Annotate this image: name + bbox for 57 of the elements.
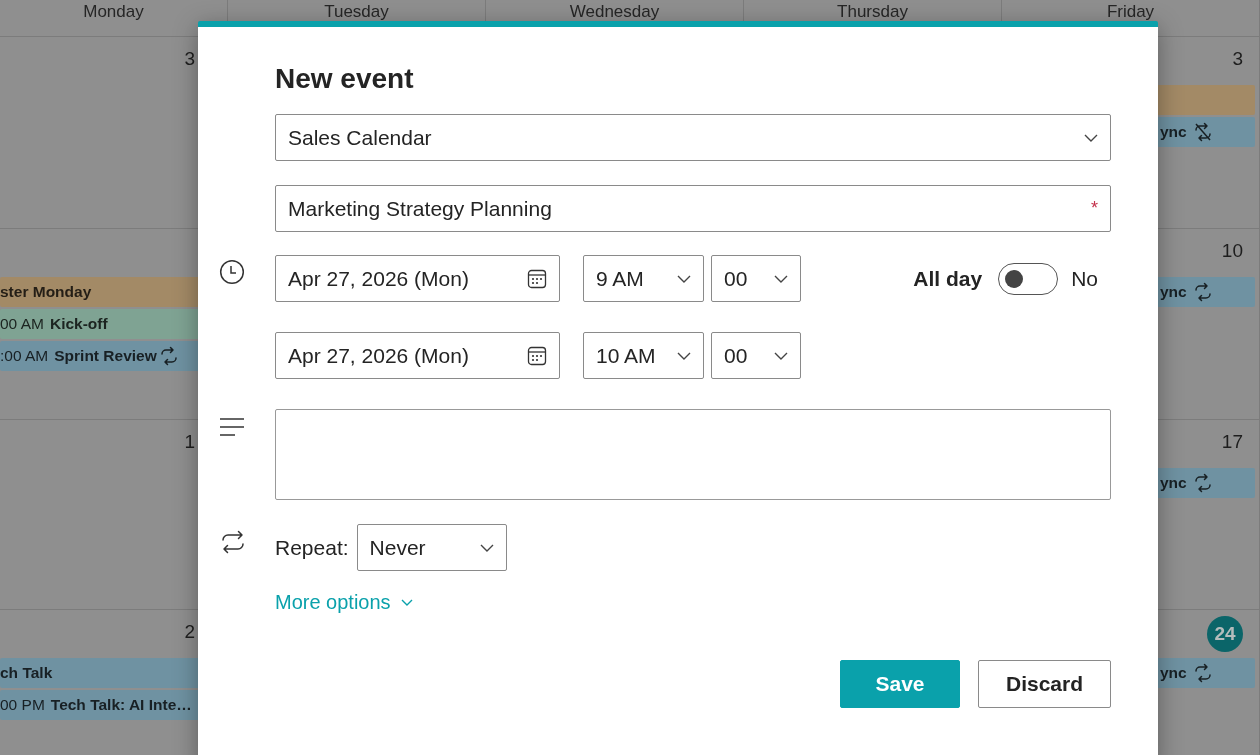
date-number: 2: [184, 620, 195, 644]
repeat-dropdown[interactable]: Never: [356, 524, 507, 571]
event-title: ster Monday: [0, 283, 92, 301]
date-field[interactable]: Apr 27, 2026 (Mon): [275, 255, 560, 302]
chevron-down-icon: [479, 543, 494, 552]
repeat-off-icon: [1192, 122, 1213, 142]
day-header: Tuesday: [324, 2, 389, 21]
chevron-down-icon: [400, 599, 413, 606]
event-title: Kick-off: [49, 315, 108, 333]
event-title: ync: [1160, 664, 1187, 682]
today-date-badge: 24: [1207, 616, 1243, 652]
event-time: :00 AM: [0, 347, 49, 365]
repeat-icon: [1192, 663, 1213, 683]
repeat-icon: [1192, 282, 1213, 302]
calendar-icon: [527, 268, 547, 289]
event-title: ync: [1160, 283, 1187, 301]
discard-button[interactable]: Discard: [978, 660, 1111, 708]
chevron-down-icon: [774, 274, 788, 283]
event-time: 00 PM: [0, 696, 45, 714]
date-number: 17: [1221, 430, 1243, 454]
calendar-dropdown[interactable]: Sales Calendar: [275, 114, 1111, 161]
calendar-icon: [527, 345, 547, 366]
event-title: ync: [1160, 474, 1187, 492]
clock-icon: [219, 259, 245, 285]
date-number: 3: [184, 47, 195, 71]
description-icon: [219, 417, 245, 437]
day-header: Monday: [83, 2, 144, 21]
repeat-icon: [1192, 473, 1213, 493]
chevron-down-icon: [1084, 133, 1098, 142]
event-time: 00 AM: [0, 315, 44, 333]
description-field[interactable]: [275, 409, 1111, 500]
minute-dropdown[interactable]: 00: [711, 255, 801, 302]
date-number: 10: [1221, 239, 1243, 263]
repeat-label: Repeat:: [275, 535, 349, 560]
toggle-state-label: No: [1071, 266, 1098, 291]
date-number: 3: [1232, 47, 1243, 71]
chevron-down-icon: [677, 351, 691, 360]
day-header: Friday: [1106, 2, 1155, 21]
event-title: ch Talk: [0, 664, 53, 682]
event-title-field[interactable]: Marketing Strategy Planning *: [275, 185, 1111, 232]
hour-dropdown[interactable]: 10 AM: [583, 332, 704, 379]
date-field[interactable]: Apr 27, 2026 (Mon): [275, 332, 560, 379]
repeat-icon: [158, 346, 179, 366]
all-day-label: All day: [913, 266, 983, 291]
date-number: 1: [184, 430, 195, 454]
event-title: Sprint Review: [54, 347, 157, 365]
day-header: Thursday: [837, 2, 908, 21]
chevron-down-icon: [774, 351, 788, 360]
day-header: Wednesday: [569, 2, 660, 21]
chevron-down-icon: [677, 274, 691, 283]
repeat-icon: [219, 529, 247, 555]
event-title: Tech Talk: AI Inte…: [50, 696, 192, 714]
minute-dropdown[interactable]: 00: [711, 332, 801, 379]
dialog-title: New event: [275, 62, 414, 96]
hour-dropdown[interactable]: 9 AM: [583, 255, 704, 302]
event-title: ync: [1160, 123, 1187, 141]
required-mark: *: [1091, 198, 1098, 219]
